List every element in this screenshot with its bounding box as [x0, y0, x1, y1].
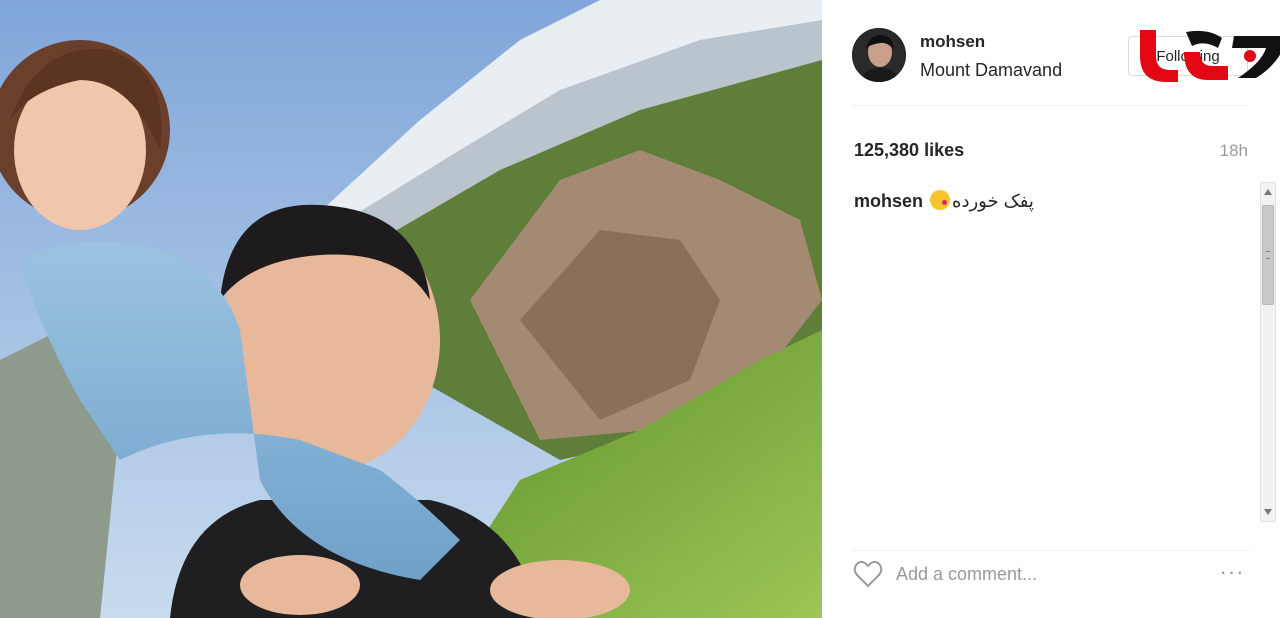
comment-bar: ···: [852, 550, 1250, 596]
caption-text: پفک خورده: [952, 191, 1034, 211]
caption: mohsen پفک خورده: [854, 190, 1034, 212]
instagram-post: mohsen Mount Damavand Following 125,380 …: [0, 0, 1280, 618]
caption-username[interactable]: mohsen: [854, 191, 923, 211]
post-time[interactable]: 18h: [1220, 141, 1248, 161]
comments-scrollbar[interactable]: [1260, 182, 1276, 522]
scroll-thumb[interactable]: [1262, 205, 1274, 305]
post-header: mohsen Mount Damavand Following: [852, 26, 1280, 106]
post-photo[interactable]: [0, 0, 822, 618]
photo-illustration: [0, 0, 822, 618]
avatar[interactable]: [852, 28, 906, 82]
scroll-grip-icon: [1266, 251, 1270, 259]
username[interactable]: mohsen: [920, 32, 985, 52]
heart-icon[interactable]: [852, 559, 884, 589]
comment-input[interactable]: [896, 559, 1196, 589]
post-sidebar: mohsen Mount Damavand Following 125,380 …: [822, 0, 1280, 618]
scroll-up-arrow-icon[interactable]: [1261, 183, 1275, 201]
likes-count: 125,380 likes: [854, 140, 965, 160]
avatar-image: [852, 28, 906, 82]
location[interactable]: Mount Damavand: [920, 60, 1062, 81]
scroll-down-arrow-icon[interactable]: [1261, 503, 1275, 521]
more-options-icon[interactable]: ···: [1214, 561, 1250, 587]
rokna-logo: [1140, 30, 1280, 82]
kissing-face-emoji-icon: [930, 190, 951, 210]
